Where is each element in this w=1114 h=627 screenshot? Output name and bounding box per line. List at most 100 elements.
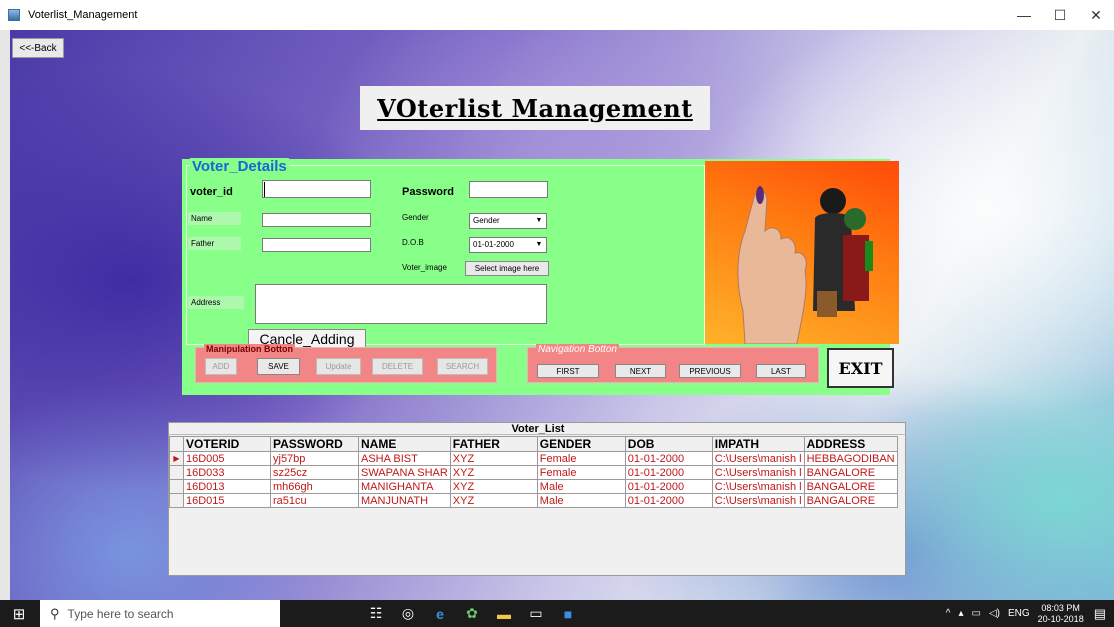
table-cell[interactable]: C:\Users\manish l	[711, 479, 805, 494]
table-cell[interactable]: XYZ	[449, 493, 538, 508]
file-explorer-icon[interactable]: ▬	[488, 600, 520, 627]
search-icon: ⚲	[50, 605, 60, 621]
table-row[interactable]: ▶ 16D005 yj57bp ASHA BIST XYZ Female 01-…	[169, 451, 898, 466]
minimize-button[interactable]: —	[1006, 0, 1042, 30]
network-icon[interactable]: ▴	[958, 608, 963, 619]
title-bar: Voterlist_Management — ☐ ✕	[0, 0, 1114, 30]
table-cell[interactable]: ra51cu	[270, 493, 359, 508]
table-cell[interactable]: Male	[536, 479, 626, 494]
table-cell[interactable]: C:\Users\manish l	[711, 493, 805, 508]
table-header-row: VOTERID PASSWORD NAME FATHER GENDER DOB …	[169, 436, 898, 452]
table-row[interactable]: 16D013 mh66gh MANIGHANTA XYZ Male 01-01-…	[169, 479, 898, 494]
name-label: Name	[188, 212, 241, 225]
column-header[interactable]: DOB	[624, 436, 713, 452]
running-app-icon[interactable]: ■	[552, 600, 584, 627]
edge-browser-icon[interactable]: e	[424, 600, 456, 627]
save-button[interactable]: SAVE	[257, 358, 300, 375]
table-cell[interactable]: ASHA BIST	[358, 451, 451, 466]
back-button[interactable]: <<-Back	[12, 38, 64, 58]
table-cell[interactable]: 01-01-2000	[624, 479, 713, 494]
chevron-down-icon[interactable]: ▼	[532, 238, 546, 252]
table-cell[interactable]: SWAPANA SHAR	[358, 465, 451, 480]
voter-image-label: Voter_image	[402, 263, 447, 272]
table-cell[interactable]: Female	[536, 451, 626, 466]
name-input[interactable]	[262, 213, 371, 227]
column-header[interactable]: IMPATH	[711, 436, 805, 452]
table-cell[interactable]: MANIGHANTA	[358, 479, 451, 494]
column-header[interactable]: ADDRESS	[803, 436, 898, 452]
table-cell[interactable]: sz25cz	[270, 465, 359, 480]
maximize-button[interactable]: ☐	[1042, 0, 1078, 30]
clock[interactable]: 08:03 PM 20-10-2018	[1038, 603, 1084, 625]
select-image-button[interactable]: Select image here	[465, 261, 549, 276]
windows-start-icon[interactable]: ⊞	[6, 600, 32, 627]
window-edge	[0, 30, 10, 600]
terminal-icon[interactable]: ▭	[520, 600, 552, 627]
table-cell[interactable]: XYZ	[449, 465, 538, 480]
table-cell[interactable]: 16D033	[183, 465, 271, 480]
battery-icon[interactable]: ▭	[972, 608, 981, 619]
column-header[interactable]: PASSWORD	[270, 436, 359, 452]
voter-details-title: Voter_Details	[190, 158, 289, 175]
table-cell[interactable]: BANGALORE	[803, 479, 898, 494]
table-cell[interactable]: HEBBAGODIBAN	[803, 451, 898, 466]
gender-select[interactable]: Gender ▼	[469, 213, 547, 229]
table-cell[interactable]: BANGALORE	[803, 465, 898, 480]
voter-id-input[interactable]	[262, 180, 371, 198]
table-row[interactable]: 16D033 sz25cz SWAPANA SHAR XYZ Female 01…	[169, 465, 898, 480]
table-cell[interactable]: C:\Users\manish l	[711, 465, 805, 480]
delete-button[interactable]: DELETE	[372, 358, 423, 375]
chevron-down-icon[interactable]: ▼	[532, 214, 546, 228]
chevron-up-icon[interactable]: ^	[946, 608, 951, 619]
address-textarea[interactable]	[255, 284, 547, 324]
last-button[interactable]: LAST	[756, 364, 806, 378]
volume-icon[interactable]: ◁)	[989, 608, 1000, 619]
table-cell[interactable]: 01-01-2000	[624, 451, 713, 466]
dob-label: D.O.B	[402, 238, 424, 247]
manipulation-title: Manipulation Botton	[204, 344, 295, 354]
column-header[interactable]: VOTERID	[183, 436, 271, 452]
taskbar: ⊞ ⚲ Type here to search ☷ ◎ e ✿ ▬ ▭ ■ ^ …	[0, 600, 1114, 627]
table-cell[interactable]: 16D005	[183, 451, 271, 466]
search-button[interactable]: SEARCH	[437, 358, 488, 375]
taskbar-search-box[interactable]: ⚲ Type here to search	[40, 600, 280, 627]
form-background: <<-Back VOterlist Management Voter_Detai…	[10, 30, 1114, 600]
father-input[interactable]	[262, 238, 371, 252]
notification-icon[interactable]: ▤	[1094, 606, 1106, 622]
table-cell[interactable]: 01-01-2000	[624, 465, 713, 480]
first-button[interactable]: FIRST	[537, 364, 599, 378]
table-cell[interactable]: MANJUNATH	[358, 493, 451, 508]
task-view-icon[interactable]: ☷	[360, 600, 392, 627]
table-cell[interactable]: XYZ	[449, 451, 538, 466]
language-indicator[interactable]: ENG	[1008, 608, 1030, 619]
password-input[interactable]	[469, 181, 548, 198]
voter-list-grid[interactable]: Voter_List VOTERID PASSWORD NAME FATHER …	[168, 422, 907, 576]
previous-button[interactable]: PREVIOUS	[679, 364, 741, 378]
column-header[interactable]: NAME	[358, 436, 451, 452]
table-cell[interactable]: Female	[536, 465, 626, 480]
table-cell[interactable]: 16D015	[183, 493, 271, 508]
table-cell[interactable]: XYZ	[449, 479, 538, 494]
cortana-icon[interactable]: ◎	[392, 600, 424, 627]
row-indicator	[169, 493, 184, 508]
table-cell[interactable]: mh66gh	[270, 479, 359, 494]
close-button[interactable]: ✕	[1078, 0, 1114, 30]
table-cell[interactable]: 01-01-2000	[624, 493, 713, 508]
table-cell[interactable]: C:\Users\manish l	[711, 451, 805, 466]
clock-date: 20-10-2018	[1037, 613, 1084, 624]
table-row[interactable]: 16D015 ra51cu MANJUNATH XYZ Male 01-01-2…	[169, 493, 898, 508]
table-cell[interactable]: Male	[536, 493, 626, 508]
table-cell[interactable]: yj57bp	[270, 451, 359, 466]
add-button[interactable]: ADD	[205, 358, 237, 375]
update-button[interactable]: Update	[316, 358, 361, 375]
column-header[interactable]: GENDER	[536, 436, 626, 452]
next-button[interactable]: NEXT	[615, 364, 666, 378]
gender-select-value: Gender	[473, 216, 500, 225]
table-cell[interactable]: BANGALORE	[803, 493, 898, 508]
dob-picker[interactable]: 01-01-2000 ▼	[469, 237, 547, 253]
exit-button[interactable]: EXIT	[827, 348, 894, 388]
app-launcher-icon[interactable]: ✿	[456, 600, 488, 627]
text-cursor	[264, 182, 265, 197]
column-header[interactable]: FATHER	[449, 436, 538, 452]
table-cell[interactable]: 16D013	[183, 479, 271, 494]
